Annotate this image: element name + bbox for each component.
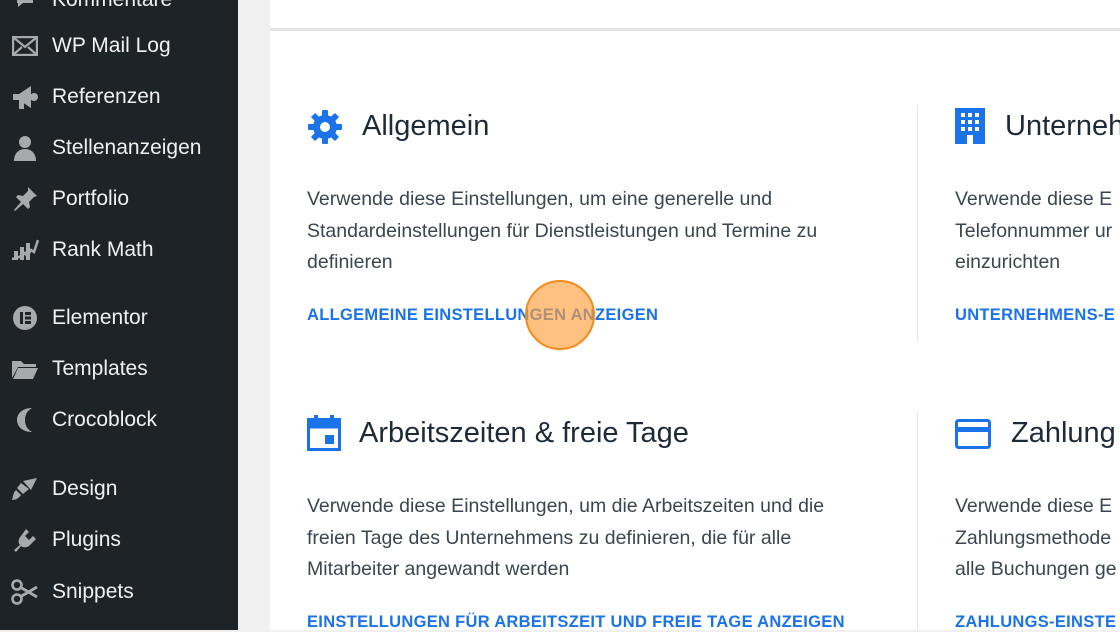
card-divider bbox=[917, 412, 918, 630]
mail-icon bbox=[10, 31, 40, 61]
sidebar-item-label: WP Mail Log bbox=[52, 34, 171, 57]
sidebar-item-snippets[interactable]: Snippets bbox=[0, 570, 238, 614]
general-settings-link[interactable]: ALLGEMEINE EINSTELLUNGEN ANZEIGEN bbox=[307, 306, 658, 325]
sidebar-item-design[interactable]: Design bbox=[0, 467, 238, 511]
sidebar-item-portfolio[interactable]: Portfolio bbox=[0, 177, 238, 221]
brush-icon bbox=[10, 474, 40, 504]
chart-icon bbox=[10, 235, 40, 265]
sidebar-item-label: Templates bbox=[52, 357, 148, 380]
card-title: Allgemein bbox=[362, 110, 490, 142]
sidebar-item-label: Elementor bbox=[52, 306, 148, 329]
settings-card-payment: Zahlung Verwende diese E Zahlungsmethode… bbox=[955, 415, 1120, 630]
main-content: Allgemein Verwende diese Einstellungen, … bbox=[238, 0, 1120, 632]
gear-icon bbox=[307, 109, 343, 145]
card-description: Verwende diese E Telefonnummer ur einzur… bbox=[955, 188, 1113, 273]
sidebar-item-label: Plugins bbox=[52, 528, 121, 551]
card-description: Verwende diese E Zahlungsmethode alle Bu… bbox=[955, 495, 1117, 580]
sidebar-item-label: Design bbox=[52, 477, 118, 500]
megaphone-icon bbox=[10, 82, 40, 112]
credit-card-icon bbox=[955, 419, 991, 455]
scissors-icon bbox=[10, 577, 40, 607]
card-description: Verwende diese Einstellungen, um die Arb… bbox=[307, 495, 825, 580]
company-settings-link[interactable]: UNTERNEHMENS-E bbox=[955, 306, 1115, 325]
sidebar-item-templates[interactable]: Templates bbox=[0, 347, 238, 391]
folder-icon bbox=[10, 354, 40, 384]
sidebar-item-crocoblock[interactable]: Crocoblock bbox=[0, 398, 238, 442]
sidebar-item-kommentare[interactable]: Kommentare bbox=[0, 0, 238, 22]
sidebar-item-label: Referenzen bbox=[52, 85, 161, 108]
comment-icon bbox=[10, 0, 40, 15]
sidebar-item-label: Stellenanzeigen bbox=[52, 136, 202, 159]
working-hours-settings-link[interactable]: EINSTELLUNGEN FÜR ARBEITSZEIT UND FREIE … bbox=[307, 613, 845, 632]
sidebar-item-stellenanzeigen[interactable]: Stellenanzeigen bbox=[0, 126, 238, 170]
card-title: Unterneh bbox=[1005, 110, 1120, 142]
sidebar-item-rank-math[interactable]: Rank Math bbox=[0, 228, 238, 272]
sidebar-item-label: Crocoblock bbox=[52, 408, 158, 431]
building-icon bbox=[955, 108, 991, 144]
sidebar-item-label: Kommentare bbox=[52, 0, 172, 12]
crocoblock-icon bbox=[10, 405, 40, 435]
settings-panel: Allgemein Verwende diese Einstellungen, … bbox=[270, 0, 1120, 632]
card-description: Verwende diese Einstellungen, um eine ge… bbox=[307, 188, 818, 273]
sidebar-item-label: Portfolio bbox=[52, 187, 130, 210]
panel-header bbox=[270, 0, 1120, 31]
pin-icon bbox=[10, 184, 40, 214]
card-title: Zahlung bbox=[1011, 417, 1116, 449]
settings-card-company: Unterneh Verwende diese E Telefonnummer … bbox=[955, 108, 1120, 333]
sidebar-item-label: Snippets bbox=[52, 580, 134, 603]
sidebar-item-label: Rank Math bbox=[52, 238, 154, 261]
calendar-icon bbox=[307, 415, 343, 451]
card-divider bbox=[917, 106, 918, 341]
user-icon bbox=[10, 133, 40, 163]
settings-card-general: Allgemein Verwende diese Einstellungen, … bbox=[307, 108, 882, 333]
sidebar-item-elementor[interactable]: Elementor bbox=[0, 296, 238, 340]
payment-settings-link[interactable]: ZAHLUNGS-EINSTE bbox=[955, 613, 1116, 630]
sidebar-item-wp-mail-log[interactable]: WP Mail Log bbox=[0, 24, 238, 68]
elementor-icon bbox=[10, 303, 40, 333]
sidebar-item-plugins[interactable]: Plugins bbox=[0, 518, 238, 562]
card-title: Arbeitszeiten & freie Tage bbox=[359, 417, 689, 449]
settings-card-working-hours: Arbeitszeiten & freie Tage Verwende dies… bbox=[307, 415, 907, 632]
plugin-icon bbox=[10, 525, 40, 555]
sidebar-item-referenzen[interactable]: Referenzen bbox=[0, 75, 238, 119]
admin-sidebar: Kommentare WP Mail Log Referenzen Stelle… bbox=[0, 0, 238, 630]
